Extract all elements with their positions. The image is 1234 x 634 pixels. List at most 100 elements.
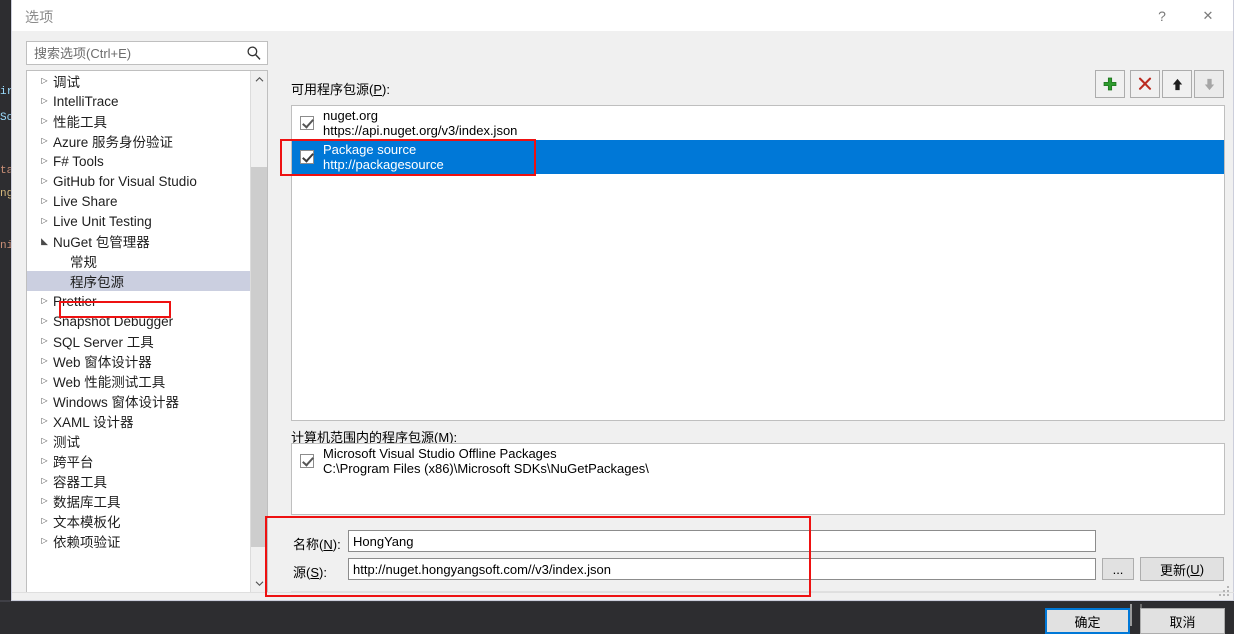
- sidebar-item-9[interactable]: 常规: [27, 251, 250, 271]
- name-label-suffix: ):: [332, 537, 341, 552]
- sidebar-item-20[interactable]: ▷ 容器工具: [27, 471, 250, 491]
- sidebar-item-3[interactable]: ▷ Azure 服务身份验证: [27, 131, 250, 151]
- sidebar-item-5[interactable]: ▷ GitHub for Visual Studio: [27, 171, 250, 191]
- sidebar-item-16[interactable]: ▷ Windows 窗体设计器: [27, 391, 250, 411]
- chevron-right-icon[interactable]: ▷: [39, 337, 50, 345]
- chevron-right-icon[interactable]: ▷: [39, 317, 50, 325]
- resize-grip[interactable]: [1217, 584, 1229, 596]
- sidebar-item-13[interactable]: ▷ SQL Server 工具: [27, 331, 250, 351]
- close-icon: ✕: [1202, 7, 1214, 23]
- source-checkbox[interactable]: [300, 116, 314, 130]
- source-name: Microsoft Visual Studio Offline Packages: [323, 446, 557, 461]
- sidebar-item-label: 依赖项验证: [53, 535, 121, 550]
- options-tree[interactable]: ▷ 调试 ▷ IntelliTrace ▷ 性能工具 ▷ Azure 服务身份验证 ▷ F# To…: [26, 70, 268, 593]
- available-sources-list[interactable]: nuget.org https://api.nuget.org/v3/index.…: [291, 105, 1225, 421]
- cancel-button[interactable]: 取消: [1140, 608, 1225, 634]
- chevron-right-icon[interactable]: ▷: [39, 417, 50, 425]
- dialog-titlebar: 选项 ? ✕: [12, 0, 1233, 31]
- annotation-box-form: [265, 516, 811, 597]
- x-icon: [1138, 77, 1152, 90]
- update-button[interactable]: 更新(U): [1140, 557, 1224, 581]
- plus-icon: [1103, 77, 1117, 91]
- sidebar-item-17[interactable]: ▷ XAML 设计器: [27, 411, 250, 431]
- sidebar-item-4[interactable]: ▷ F# Tools: [27, 151, 250, 171]
- source-checkbox[interactable]: [300, 150, 314, 164]
- sidebar-item-10[interactable]: 程序包源: [27, 271, 250, 291]
- scroll-down-arrow-icon[interactable]: [251, 575, 267, 592]
- chevron-right-icon[interactable]: ▷: [39, 197, 50, 205]
- sidebar-item-label: F# Tools: [53, 153, 104, 169]
- sidebar-item-label: Prettier: [53, 293, 97, 309]
- source-label-prefix: 源(: [293, 565, 311, 580]
- remove-source-button[interactable]: [1130, 70, 1160, 98]
- name-field-label: 名称(N):: [293, 534, 341, 553]
- package-source-row[interactable]: Microsoft Visual Studio Offline Packages…: [292, 444, 1224, 478]
- sidebar-item-label: 调试: [53, 75, 80, 90]
- chevron-right-icon[interactable]: ▷: [39, 157, 50, 165]
- browse-button[interactable]: ...: [1102, 558, 1134, 580]
- sidebar-item-label: 文本模板化: [53, 515, 121, 530]
- sidebar-item-19[interactable]: ▷ 跨平台: [27, 451, 250, 471]
- chevron-right-icon[interactable]: ▷: [39, 357, 50, 365]
- sidebar-item-12[interactable]: ▷ Snapshot Debugger: [27, 311, 250, 331]
- sidebar-item-23[interactable]: ▷ 依赖项验证: [27, 531, 250, 551]
- source-label-key: S: [310, 565, 320, 580]
- sidebar-item-15[interactable]: ▷ Web 性能测试工具: [27, 371, 250, 391]
- package-source-row[interactable]: Package source http://packagesource: [292, 140, 1224, 174]
- chevron-right-icon[interactable]: ▷: [39, 437, 50, 445]
- source-text: Microsoft Visual Studio Offline Packages…: [323, 446, 649, 476]
- sidebar-item-1[interactable]: ▷ IntelliTrace: [27, 91, 250, 111]
- chevron-right-icon[interactable]: ▷: [39, 77, 50, 85]
- source-text: Package source http://packagesource: [323, 142, 444, 172]
- sidebar-item-14[interactable]: ▷ Web 窗体设计器: [27, 351, 250, 371]
- sidebar-item-22[interactable]: ▷ 文本模板化: [27, 511, 250, 531]
- chevron-right-icon[interactable]: ▷: [39, 457, 50, 465]
- chevron-right-icon[interactable]: ▷: [39, 477, 50, 485]
- footer-separator: [12, 592, 1234, 593]
- move-up-button[interactable]: [1162, 70, 1192, 98]
- options-tree-items: ▷ 调试 ▷ IntelliTrace ▷ 性能工具 ▷ Azure 服务身份验证 ▷ F# To…: [27, 71, 250, 551]
- sidebar-item-label: SQL Server 工具: [53, 335, 154, 350]
- close-button[interactable]: ✕: [1185, 0, 1231, 31]
- package-source-row[interactable]: nuget.org https://api.nuget.org/v3/index.…: [292, 106, 1224, 140]
- machine-sources-list[interactable]: Microsoft Visual Studio Offline Packages…: [291, 443, 1225, 515]
- chevron-right-icon[interactable]: ▷: [39, 517, 50, 525]
- scroll-up-arrow-icon[interactable]: [251, 71, 267, 88]
- update-label-prefix: 更新(: [1159, 562, 1191, 578]
- sidebar-item-18[interactable]: ▷ 测试: [27, 431, 250, 451]
- search-icon: [247, 46, 261, 60]
- sidebar-item-21[interactable]: ▷ 数据库工具: [27, 491, 250, 511]
- sidebar-item-11[interactable]: ▷ Prettier: [27, 291, 250, 311]
- sidebar-item-8[interactable]: ◢ NuGet 包管理器: [27, 231, 250, 251]
- available-sources-label-suffix: ):: [382, 82, 390, 97]
- chevron-right-icon[interactable]: ▷: [39, 177, 50, 185]
- chevron-right-icon[interactable]: ▷: [39, 497, 50, 505]
- chevron-right-icon[interactable]: ▷: [39, 137, 50, 145]
- ok-button[interactable]: 确定: [1045, 608, 1130, 634]
- name-input[interactable]: [348, 530, 1096, 552]
- chevron-right-icon[interactable]: ▷: [39, 397, 50, 405]
- sidebar-item-6[interactable]: ▷ Live Share: [27, 191, 250, 211]
- help-button[interactable]: ?: [1139, 0, 1185, 31]
- chevron-right-icon[interactable]: ▷: [39, 377, 50, 385]
- arrow-up-icon: [1172, 78, 1182, 90]
- search-box[interactable]: [26, 41, 268, 65]
- available-sources-label-prefix: 可用程序包源(: [291, 82, 374, 97]
- sidebar-item-7[interactable]: ▷ Live Unit Testing: [27, 211, 250, 231]
- sidebar-item-2[interactable]: ▷ 性能工具: [27, 111, 250, 131]
- chevron-right-icon[interactable]: ▷: [39, 537, 50, 545]
- chevron-right-icon[interactable]: ▷: [39, 117, 50, 125]
- source-input[interactable]: [348, 558, 1096, 580]
- source-url: https://api.nuget.org/v3/index.json: [323, 123, 518, 138]
- source-checkbox[interactable]: [300, 454, 314, 468]
- chevron-right-icon[interactable]: ▷: [39, 297, 50, 305]
- sidebar-item-label: GitHub for Visual Studio: [53, 173, 197, 189]
- chevron-right-icon[interactable]: ▷: [39, 217, 50, 225]
- tree-scrollbar[interactable]: [250, 71, 267, 592]
- sidebar-item-0[interactable]: ▷ 调试: [27, 71, 250, 91]
- add-source-button[interactable]: [1095, 70, 1125, 98]
- chevron-right-icon[interactable]: ▷: [39, 97, 50, 105]
- scrollbar-thumb[interactable]: [251, 167, 267, 547]
- search-input[interactable]: [32, 44, 237, 63]
- chevron-down-icon[interactable]: ◢: [39, 236, 50, 246]
